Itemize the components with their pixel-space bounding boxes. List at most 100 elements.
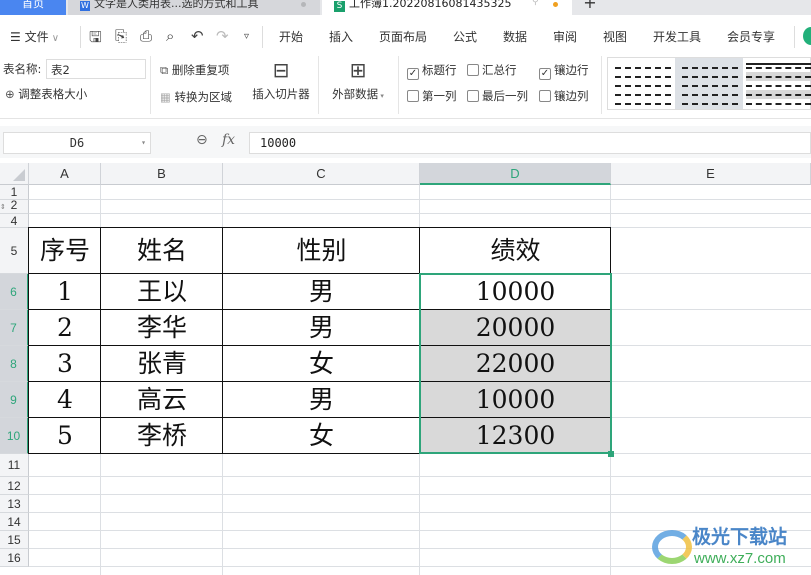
table-header-cell[interactable]: 性别 — [223, 228, 420, 274]
table-cell[interactable]: 3 — [29, 346, 101, 382]
table-header-cell[interactable]: 姓名 — [101, 228, 223, 274]
table-cell[interactable]: 张青 — [101, 346, 223, 382]
print-icon[interactable]: ⎙ — [140, 27, 152, 45]
column-header-b[interactable]: B — [101, 163, 223, 185]
menu-developer[interactable]: 开发工具 — [653, 28, 701, 45]
menu-page-layout[interactable]: 页面布局 — [379, 28, 427, 45]
menu-membership[interactable]: 会员专享 — [727, 28, 775, 45]
hidden-rows-toggle-icon[interactable]: ⇕ — [0, 204, 6, 211]
last-column-label: 最后一列 — [482, 89, 528, 103]
row-header-4[interactable]: 4 — [0, 214, 29, 228]
checkbox-unchecked-icon — [467, 64, 479, 76]
customize-dropdown-icon[interactable]: ▿ — [244, 31, 249, 42]
table-cell[interactable]: 高云 — [101, 382, 223, 418]
menu-start[interactable]: 开始 — [279, 28, 303, 45]
save-icon[interactable]: 🖫 — [89, 27, 102, 52]
tab-home[interactable]: 首页 — [0, 0, 66, 15]
table-tools-tab-icon[interactable] — [803, 27, 811, 45]
row-header-10[interactable]: 10 — [0, 418, 29, 454]
table-cell[interactable]: 王以 — [101, 274, 223, 310]
column-header-e[interactable]: E — [611, 163, 811, 185]
checkbox-banded-columns[interactable]: 镶边列 — [539, 88, 589, 104]
menu-data[interactable]: 数据 — [503, 28, 527, 45]
row-header-16[interactable]: 16 — [0, 549, 29, 567]
checkbox-last-column[interactable]: 最后一列 — [467, 88, 528, 104]
name-box[interactable]: D6 ▾ — [3, 132, 151, 154]
header-row-label: 标题行 — [422, 63, 457, 77]
formula-input[interactable]: 10000 — [249, 132, 811, 154]
row-header-5[interactable]: 5 — [0, 228, 29, 274]
menu-bar: ☰ 文件 ∨ 🖫 ⎘ ⎙ ⌕ ↶ ↷ ▿ 开始 插入 页面布局 公式 数据 审阅… — [0, 22, 811, 50]
table-cell[interactable]: 5 — [29, 418, 101, 454]
row-header-1[interactable]: 1 — [0, 185, 29, 200]
convert-to-range-button[interactable]: ▦ 转换为区域 — [160, 89, 232, 105]
unsaved-dot-icon — [553, 2, 558, 7]
checkbox-checked-icon: ✓ — [539, 68, 551, 80]
table-cell[interactable]: 男 — [223, 274, 420, 310]
checkbox-banded-rows[interactable]: ✓ 镶边行 — [539, 62, 589, 80]
row-header-8[interactable]: 8 — [0, 346, 29, 382]
table-cell[interactable]: 女 — [223, 346, 420, 382]
export-icon[interactable]: ⎘ — [115, 27, 127, 45]
row-header-14[interactable]: 14 — [0, 513, 29, 531]
table-header-cell[interactable]: 序号 — [29, 228, 101, 274]
pin-icon[interactable]: ⚲ — [532, 0, 539, 7]
external-data-icon: ⊞ — [349, 58, 367, 82]
table-name-input[interactable]: 表2 — [46, 59, 146, 79]
table-header-cell[interactable]: 绩效 — [420, 228, 611, 274]
row-header-9[interactable]: 9 — [0, 382, 29, 418]
print-preview-icon[interactable]: ⌕ — [166, 27, 174, 45]
tab-document[interactable]: W 文字是人类用表...选的方式和工具 — [68, 0, 320, 15]
undo-icon[interactable]: ↶ — [191, 27, 204, 45]
divider — [262, 26, 263, 48]
file-menu[interactable]: ☰ 文件 ∨ — [10, 28, 59, 45]
column-header-d[interactable]: D — [420, 163, 611, 185]
row-header-15[interactable]: 15 — [0, 531, 29, 549]
spreadsheet-grid[interactable]: A B C D E 1 2 4 5 6 7 8 9 10 11 12 13 14 15 16 ⇕ 序号 姓名 性别 绩效 1 王以男… — [0, 163, 811, 575]
divider — [601, 56, 602, 114]
row-header-11[interactable]: 11 — [0, 454, 29, 477]
row-header-6[interactable]: 6 — [0, 274, 29, 310]
table-cell[interactable]: 2 — [29, 310, 101, 346]
row-header-13[interactable]: 13 — [0, 495, 29, 513]
checkbox-header-row[interactable]: ✓ 标题行 — [407, 62, 457, 80]
table-style-option[interactable] — [743, 58, 811, 109]
row-header-12[interactable]: 12 — [0, 477, 29, 495]
zoom-icon[interactable]: ⊖ — [196, 132, 208, 148]
table-name-label: 表名称: — [3, 62, 42, 76]
watermark-url: www.xz7.com — [694, 550, 786, 567]
table-cell[interactable]: 女 — [223, 418, 420, 454]
row-header-7[interactable]: 7 — [0, 310, 29, 346]
menu-review[interactable]: 审阅 — [553, 28, 577, 45]
table-cell[interactable]: 男 — [223, 382, 420, 418]
table-style-option-selected[interactable] — [675, 58, 743, 109]
table-cell[interactable]: 1 — [29, 274, 101, 310]
column-header-a[interactable]: A — [29, 163, 101, 185]
external-data-button[interactable]: ⊞ 外部数据 ▾ — [328, 58, 388, 113]
checkbox-first-column[interactable]: 第一列 — [407, 88, 457, 104]
table-cell[interactable]: 李桥 — [101, 418, 223, 454]
table-cell[interactable]: 李华 — [101, 310, 223, 346]
fill-handle[interactable] — [608, 451, 614, 457]
redo-icon[interactable]: ↷ — [216, 27, 229, 45]
new-tab-button[interactable]: + — [580, 0, 600, 15]
menu-view[interactable]: 视图 — [603, 28, 627, 45]
select-all-corner[interactable] — [0, 163, 29, 185]
fx-icon[interactable]: fx — [222, 132, 235, 148]
convert-range-icon: ▦ — [160, 90, 171, 104]
table-cell[interactable]: 4 — [29, 382, 101, 418]
tab-workbook[interactable]: S 工作簿1.20220816081435325 ⚲ — [322, 0, 572, 15]
close-tab-icon[interactable] — [301, 2, 306, 7]
menu-formula[interactable]: 公式 — [453, 28, 477, 45]
table-name-value: 表2 — [51, 63, 70, 77]
remove-duplicates-button[interactable]: ⧉ 删除重复项 — [160, 62, 229, 78]
tab-bar: 首页 W 文字是人类用表...选的方式和工具 S 工作簿1.202208160814… — [0, 0, 811, 15]
insert-slicer-button[interactable]: ⊟ 插入切片器 — [250, 58, 312, 113]
table-style-option[interactable] — [608, 58, 675, 109]
table-cell[interactable]: 男 — [223, 310, 420, 346]
column-header-c[interactable]: C — [223, 163, 420, 185]
spreadsheet-icon: S — [334, 1, 345, 12]
menu-insert[interactable]: 插入 — [329, 28, 353, 45]
resize-table-button[interactable]: ⊕ 调整表格大小 — [5, 86, 87, 102]
checkbox-total-row[interactable]: 汇总行 — [467, 62, 517, 78]
